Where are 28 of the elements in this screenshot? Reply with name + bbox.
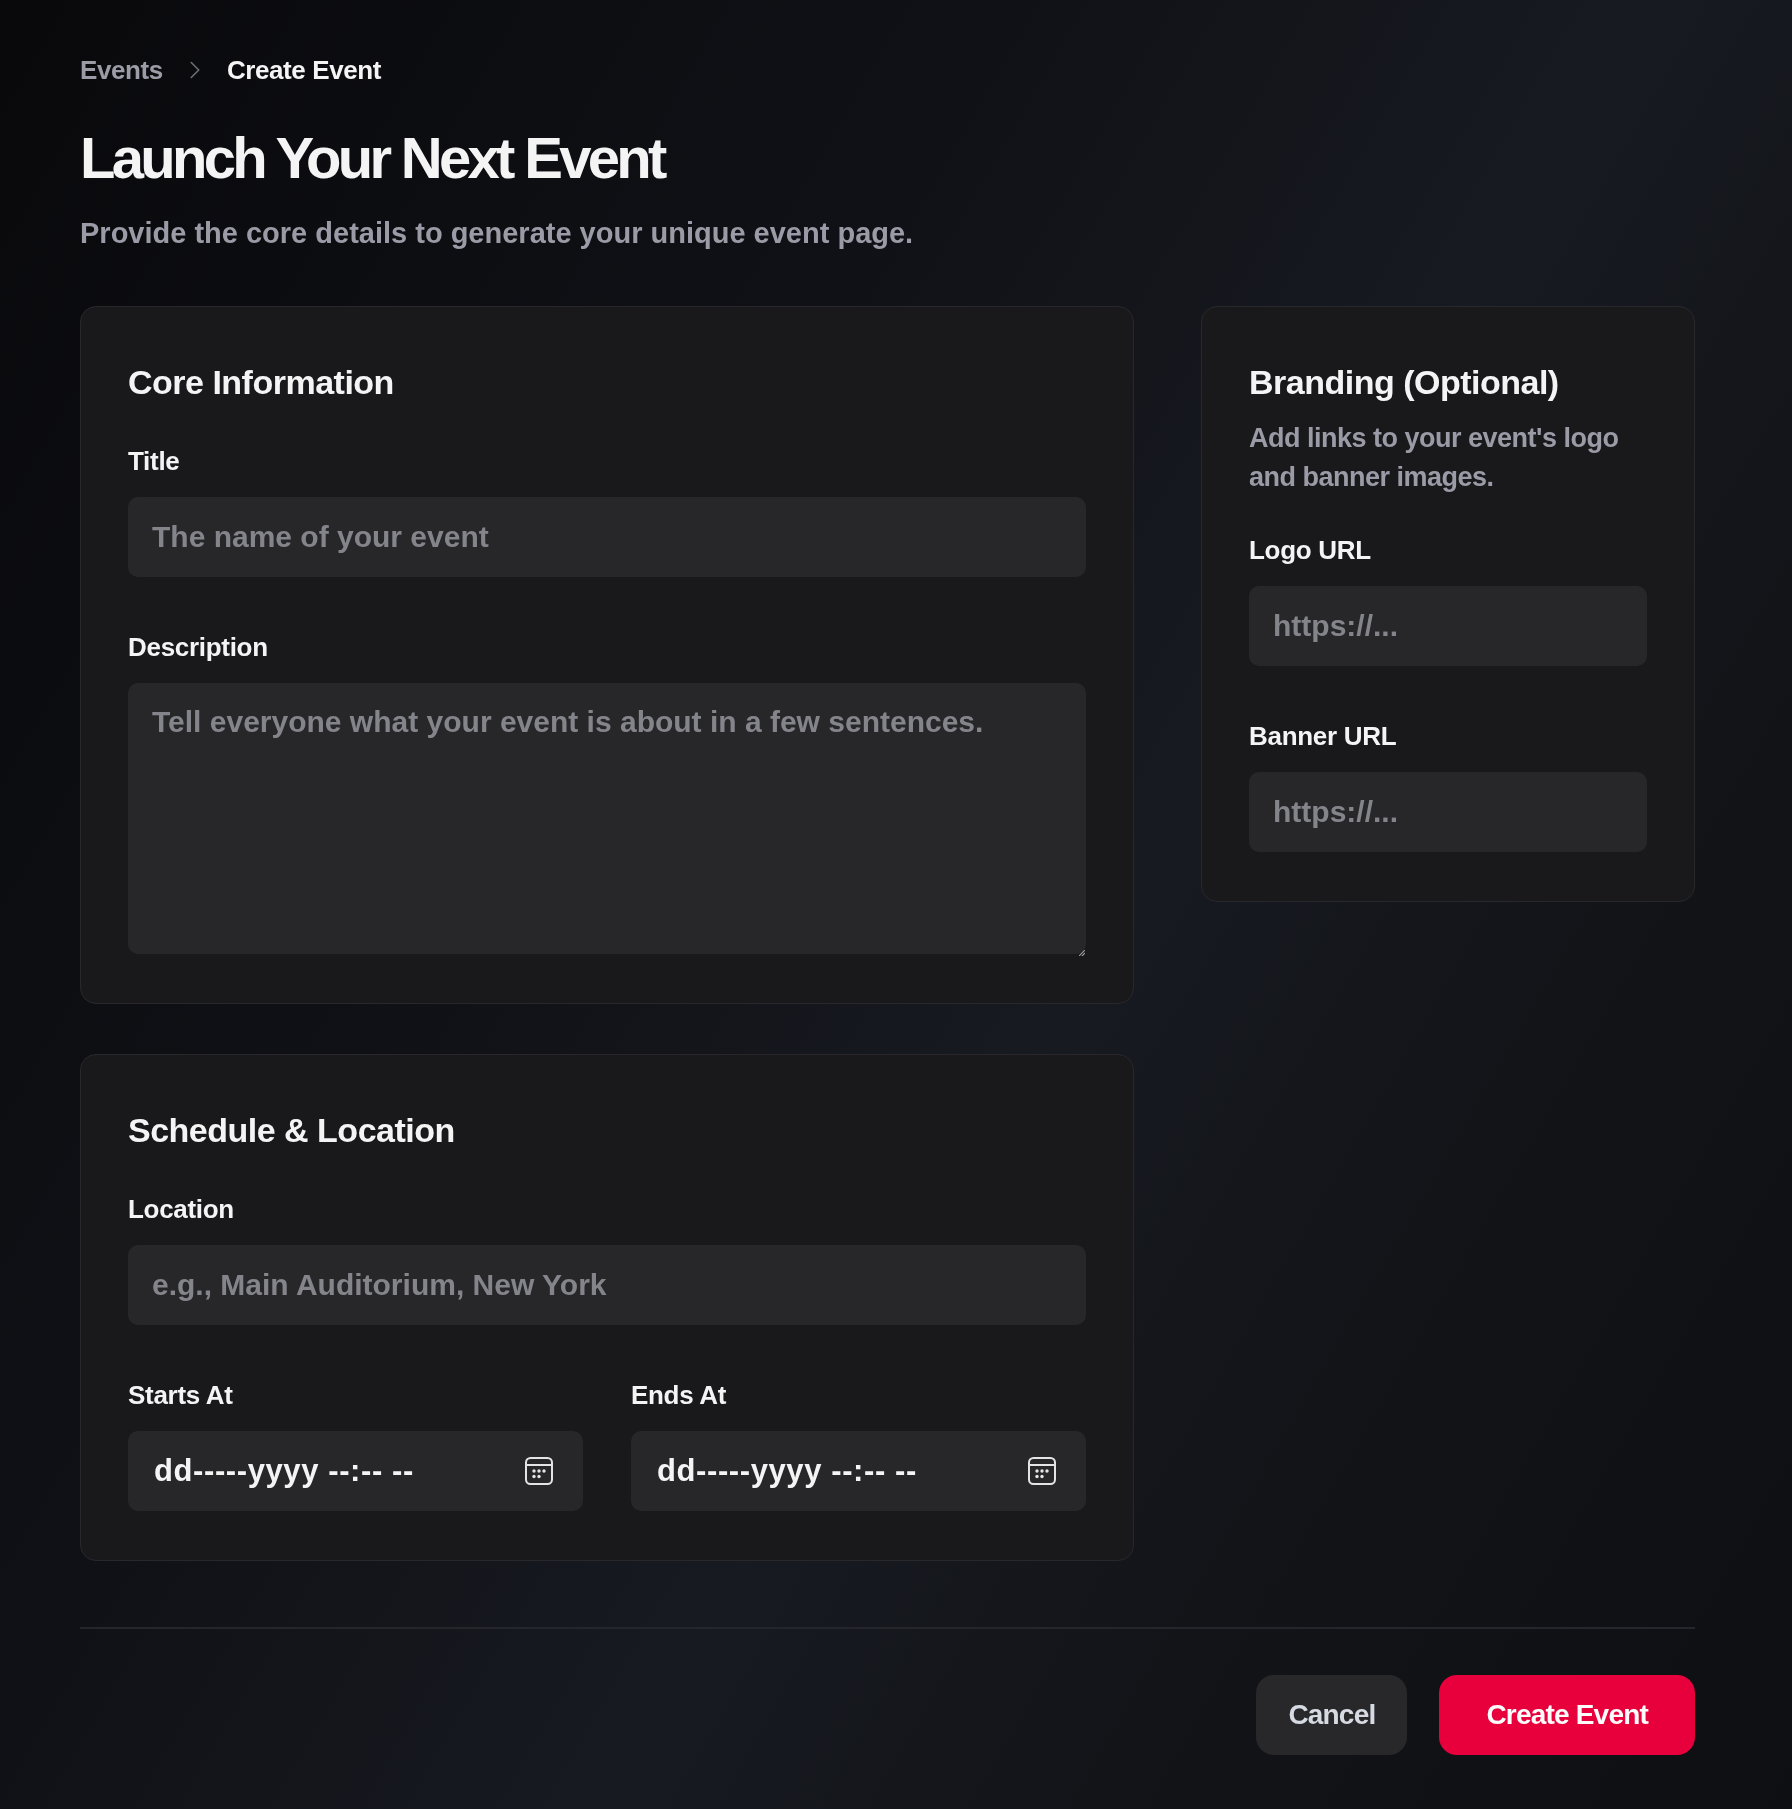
breadcrumb-current: Create Event	[226, 54, 382, 86]
url-input[interactable]: https://...	[1249, 586, 1647, 666]
card-title: Branding (Optional)	[1249, 362, 1560, 403]
card-title: Core Information	[128, 362, 395, 403]
field-label: Ends At	[631, 1379, 728, 1411]
resize-handle-icon[interactable]	[1079, 950, 1085, 956]
card-description: Add links to your event's logo and banner images.	[1249, 422, 1620, 494]
calendar-icon[interactable]	[525, 1457, 553, 1485]
create-button[interactable]: Create Event	[1439, 1675, 1695, 1755]
field-label: Location	[128, 1193, 235, 1225]
field-label: Logo URL	[1249, 534, 1372, 566]
field-label: Description	[128, 631, 269, 663]
field-label: Title	[128, 445, 181, 477]
breadcrumb-link[interactable]: Events	[80, 54, 163, 86]
page-title: Launch Your Next Event	[80, 124, 666, 192]
url-input[interactable]: https://...	[1249, 772, 1647, 852]
card-title: Schedule & Location	[128, 1110, 456, 1151]
datetime-field[interactable]: dd-----yyyy --:-- --	[631, 1431, 1086, 1511]
text-input[interactable]: The name of your event	[128, 497, 1086, 577]
datetime-field[interactable]: dd-----yyyy --:-- --	[128, 1431, 583, 1511]
page-subtitle: Provide the core details to generate your unique event page.	[80, 216, 915, 251]
field-label: Starts At	[128, 1379, 234, 1411]
calendar-icon[interactable]	[1028, 1457, 1056, 1485]
description-textarea[interactable]: Tell everyone what your event is about in a few sentences.	[128, 683, 1086, 954]
chevron-icon	[189, 61, 200, 79]
cancel-button[interactable]: Cancel	[1256, 1675, 1408, 1755]
field-label: Banner URL	[1249, 720, 1398, 752]
text-input[interactable]: e.g., Main Auditorium, New York	[128, 1245, 1086, 1325]
